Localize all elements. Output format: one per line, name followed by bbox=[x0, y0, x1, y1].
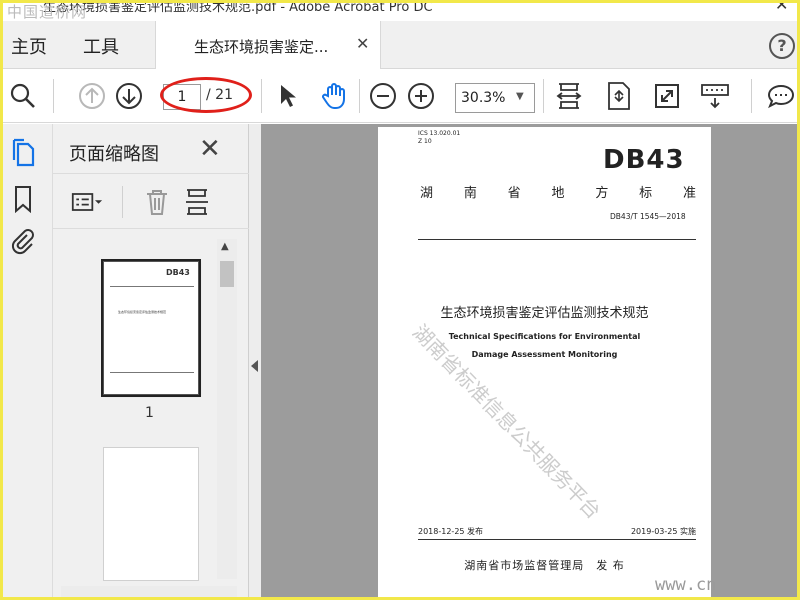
full-screen-icon[interactable] bbox=[651, 80, 683, 112]
document-tab[interactable]: 生态环境损害鉴定... ✕ bbox=[155, 21, 381, 69]
issuing-authority: 湖南省市场监督管理局 发 布 bbox=[464, 559, 625, 572]
help-button[interactable]: ? bbox=[769, 33, 795, 59]
fit-width-icon[interactable] bbox=[553, 80, 585, 112]
horizontal-scrollbar[interactable] bbox=[61, 586, 237, 597]
tab-tools[interactable]: 工具 bbox=[83, 33, 119, 59]
mini-title: 生态环境损害鉴定评估监测技术规范 bbox=[118, 310, 167, 314]
bookmark-icon[interactable] bbox=[9, 184, 37, 214]
toolbar-separator bbox=[261, 79, 262, 113]
pdf-page: ICS 13.020.01 Z 10 DB43 湖 南 省 地 方 标 准 DB… bbox=[378, 127, 711, 597]
site-url-watermark: www.cn bbox=[655, 575, 717, 595]
title-bar: 生态环境损害鉴定评估监测技术规范.pdf - Adobe Acrobat Pro… bbox=[3, 3, 797, 21]
ics-code: ICS 13.020.01 Z 10 bbox=[418, 130, 460, 146]
main-toolbar: 1 / 21 30.3% ▼ bbox=[3, 69, 797, 123]
publish-date: 2018-12-25 发布 bbox=[418, 527, 484, 536]
page-thumbnails-icon[interactable] bbox=[9, 138, 37, 168]
mini-standard-code: DB43 bbox=[166, 268, 190, 277]
thumbnail-scrollbar[interactable]: ▲ bbox=[217, 239, 237, 579]
header-rule bbox=[418, 239, 696, 240]
toolbar-separator bbox=[53, 79, 54, 113]
document-title-en-2: Damage Assessment Monitoring bbox=[471, 350, 618, 359]
zoom-value: 30.3% bbox=[461, 90, 506, 106]
footer-rule bbox=[418, 539, 696, 540]
panel-divider bbox=[53, 173, 249, 174]
standard-code: DB43 bbox=[603, 145, 685, 175]
selection-border bbox=[101, 259, 201, 397]
thumbnail-page-number: 1 bbox=[145, 405, 154, 421]
toolbar-separator bbox=[359, 79, 360, 113]
standard-number: DB43/T 1545—2018 bbox=[610, 212, 686, 221]
zoom-in-icon[interactable] bbox=[405, 80, 437, 112]
next-page-icon[interactable] bbox=[113, 80, 145, 112]
zoom-out-icon[interactable] bbox=[367, 80, 399, 112]
implement-date: 2019-03-25 实施 bbox=[630, 527, 696, 536]
menu-bar: 主页 工具 生态环境损害鉴定... ✕ ? bbox=[3, 21, 797, 69]
chevron-down-icon: ▼ bbox=[516, 91, 524, 102]
classification-code: Z 10 bbox=[418, 138, 432, 145]
close-panel-icon[interactable]: ✕ bbox=[199, 134, 221, 164]
document-tab-label: 生态环境损害鉴定... bbox=[194, 38, 329, 56]
province-char: 省 bbox=[507, 186, 521, 201]
navigation-rail bbox=[3, 124, 53, 597]
delete-page-icon[interactable] bbox=[141, 186, 173, 218]
zoom-select[interactable]: 30.3% ▼ bbox=[455, 83, 535, 113]
close-tab-icon[interactable]: ✕ bbox=[356, 34, 369, 53]
site-watermark: 中国道桥网 bbox=[7, 3, 88, 21]
keyboard-scroll-icon[interactable] bbox=[699, 80, 731, 112]
select-cursor-icon[interactable] bbox=[271, 80, 303, 112]
page-thumbnail-2[interactable] bbox=[103, 447, 199, 581]
scroll-track bbox=[217, 239, 237, 579]
panel-separator bbox=[122, 186, 123, 218]
province-char: 湖 bbox=[420, 186, 434, 201]
toolbar-separator bbox=[751, 79, 752, 113]
mini-rule bbox=[110, 286, 194, 287]
scroll-up-icon[interactable]: ▲ bbox=[221, 241, 229, 252]
toolbar-separator bbox=[543, 79, 544, 113]
attachment-icon[interactable] bbox=[9, 226, 37, 256]
province-char: 标 bbox=[639, 186, 653, 201]
thumbnails-panel: 页面缩略图 ✕ DB43 生态环境损害鉴定评估监测技术规范 1 ▲ bbox=[53, 124, 249, 597]
document-view[interactable]: ICS 13.020.01 Z 10 DB43 湖 南 省 地 方 标 准 DB… bbox=[261, 124, 797, 597]
thumbnail-options-icon[interactable] bbox=[71, 186, 103, 218]
app-window: 生态环境损害鉴定评估监测技术规范.pdf - Adobe Acrobat Pro… bbox=[0, 0, 800, 600]
tab-home[interactable]: 主页 bbox=[11, 33, 47, 59]
fit-page-icon[interactable] bbox=[603, 80, 635, 112]
hand-tool-icon[interactable] bbox=[318, 80, 350, 112]
province-char: 准 bbox=[682, 186, 696, 201]
previous-page-icon[interactable] bbox=[76, 80, 108, 112]
document-title-en-1: Technical Specifications for Environment… bbox=[448, 332, 641, 341]
collapse-arrow-icon bbox=[251, 360, 258, 372]
mini-rule bbox=[110, 372, 194, 373]
province-standard-line: 湖 南 省 地 方 标 准 bbox=[420, 182, 696, 201]
page-size-icon[interactable] bbox=[181, 186, 213, 218]
page-thumbnail-1[interactable]: DB43 生态环境损害鉴定评估监测技术规范 bbox=[101, 259, 201, 397]
search-icon[interactable] bbox=[7, 80, 39, 112]
page-watermark: 湖南省标准信息公共服务平台 bbox=[407, 319, 606, 524]
ics-number: ICS 13.020.01 bbox=[418, 130, 461, 137]
document-title-zh: 生态环境损害鉴定评估监测技术规范 bbox=[440, 306, 649, 321]
panel-divider bbox=[53, 228, 249, 229]
red-annotation-oval bbox=[160, 77, 252, 113]
window-close-icon[interactable]: ✕ bbox=[775, 3, 788, 14]
comment-icon[interactable] bbox=[765, 80, 797, 112]
province-char: 南 bbox=[463, 186, 477, 201]
scroll-thumb[interactable] bbox=[220, 261, 234, 287]
panel-title: 页面缩略图 bbox=[69, 144, 159, 165]
window-title: 生态环境损害鉴定评估监测技术规范.pdf - Adobe Acrobat Pro… bbox=[43, 3, 433, 15]
province-char: 方 bbox=[595, 186, 609, 201]
panel-collapse-handle[interactable] bbox=[249, 124, 261, 597]
province-char: 地 bbox=[551, 186, 565, 201]
